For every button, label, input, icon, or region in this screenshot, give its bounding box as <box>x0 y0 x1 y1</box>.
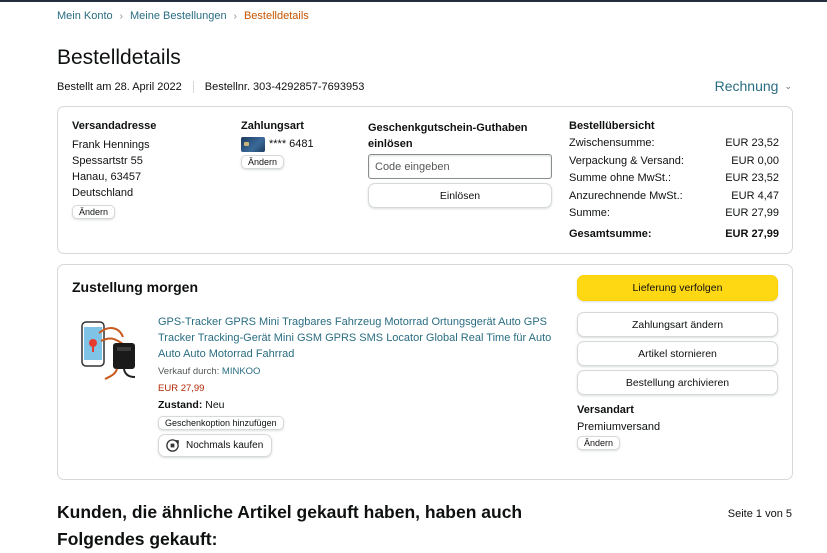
condition: Zustand: Neu <box>158 397 558 413</box>
buy-again-label: Nochmals kaufen <box>186 440 264 451</box>
order-overview-card: Versandadresse Frank Hennings Spessartst… <box>57 106 793 254</box>
chevron-down-icon: ⌄ <box>784 80 792 91</box>
page-title: Bestelldetails <box>57 46 181 69</box>
product-info: GPS-Tracker GPRS Mini Tragbares Fahrzeug… <box>158 314 558 457</box>
breadcrumb-my-account[interactable]: Mein Konto <box>57 10 113 22</box>
breadcrumb: Mein Konto › Meine Bestellungen › Bestel… <box>57 10 309 22</box>
product-price: EUR 27,99 <box>158 383 205 394</box>
top-border <box>0 0 827 2</box>
order-number: Bestellnr. 303-4292857-7693953 <box>204 81 365 93</box>
summary-row: Summe: EUR 27,99 <box>569 205 779 223</box>
shipping-address-section: Versandadresse Frank Hennings Spessartst… <box>72 120 222 219</box>
shipping-city: Hanau, 63457 <box>72 171 142 183</box>
summary-label: Summe ohne MwSt.: <box>569 172 672 184</box>
card-digits: **** 6481 <box>269 138 314 150</box>
summary-value: EUR 23,52 <box>725 172 779 184</box>
breadcrumb-separator: › <box>119 10 123 22</box>
shipping-country: Deutschland <box>72 187 134 199</box>
product-title-link[interactable]: GPS-Tracker GPRS Mini Tragbares Fahrzeug… <box>158 314 558 362</box>
shipment-card: Zustellung morgen GPS-Tracker GPRS Mini … <box>57 264 793 480</box>
summary-label: Zwischensumme: <box>569 137 655 149</box>
summary-row: Zwischensumme: EUR 23,52 <box>569 135 779 153</box>
summary-label: Summe: <box>569 207 610 219</box>
summary-value: EUR 0,00 <box>731 154 779 167</box>
summary-row: Summe ohne MwSt.: EUR 23,52 <box>569 170 779 188</box>
condition-label: Zustand: <box>158 399 203 411</box>
reorder-icon <box>166 439 179 452</box>
redeem-button[interactable]: Einlösen <box>368 183 552 208</box>
pagination-indicator: Seite 1 von 5 <box>727 508 792 520</box>
breadcrumb-my-orders[interactable]: Meine Bestellungen <box>130 10 227 22</box>
related-products-heading: Kunden, die ähnliche Artikel gekauft hab… <box>57 502 523 549</box>
breadcrumb-current: Bestelldetails <box>243 10 309 22</box>
delivery-heading: Zustellung morgen <box>72 279 198 295</box>
product-image[interactable] <box>79 319 145 383</box>
credit-card-icon <box>241 136 265 152</box>
buy-again-button[interactable]: Nochmals kaufen <box>158 434 273 457</box>
summary-row: Verpackung & Versand: EUR 0,00 <box>569 153 779 171</box>
breadcrumb-separator: › <box>233 10 237 22</box>
shipping-heading: Versandadresse <box>72 120 157 132</box>
change-shipping-method-button[interactable]: Ändern <box>577 436 621 450</box>
sold-by-label: Verkauf durch: <box>158 366 220 377</box>
track-delivery-button[interactable]: Lieferung verfolgen <box>577 275 778 301</box>
payment-heading: Zahlungsart <box>241 120 304 132</box>
gift-card-section: Geschenkgutschein-Guthaben einlösen Einl… <box>368 120 554 208</box>
summary-value: EUR 23,52 <box>725 137 779 149</box>
gps-tracker-image <box>81 321 136 380</box>
summary-value: EUR 4,47 <box>731 189 779 202</box>
add-gift-option-button[interactable]: Geschenkoption hinzufügen <box>158 416 284 430</box>
summary-label: Verpackung & Versand: <box>569 154 684 167</box>
shipping-name: Frank Hennings <box>72 139 150 151</box>
shipping-method-heading: Versandart <box>577 404 634 416</box>
change-address-button[interactable]: Ändern <box>72 205 116 219</box>
shipping-method: Premiumversand <box>577 421 661 433</box>
order-meta: Bestellt am 28. April 2022 Bestellnr. 30… <box>57 81 364 93</box>
gift-code-input[interactable] <box>368 154 552 179</box>
seller-link[interactable]: MINKOO <box>222 366 261 377</box>
change-payment-method-button[interactable]: Zahlungsart ändern <box>577 312 778 337</box>
order-summary-section: Bestellübersicht Zwischensumme: EUR 23,5… <box>569 120 779 243</box>
archive-order-button[interactable]: Bestellung archivieren <box>577 370 778 395</box>
order-date: Bestellt am 28. April 2022 <box>57 81 182 93</box>
summary-value: EUR 27,99 <box>725 207 779 219</box>
cancel-items-button[interactable]: Artikel stornieren <box>577 341 778 366</box>
summary-row: Anzurechnende MwSt.: EUR 4,47 <box>569 188 779 206</box>
shipping-street: Spessartstr 55 <box>72 155 143 167</box>
condition-value: Neu <box>205 399 225 411</box>
summary-label: Anzurechnende MwSt.: <box>569 189 683 202</box>
invoice-label: Rechnung <box>714 78 779 94</box>
payment-section: Zahlungsart **** 6481 Ändern <box>241 120 351 169</box>
gift-heading: Geschenkgutschein-Guthaben einlösen <box>368 122 528 150</box>
sold-by: Verkauf durch: MINKOO <box>158 364 558 379</box>
meta-divider <box>192 81 194 93</box>
invoice-dropdown[interactable]: Rechnung ⌄ <box>715 78 792 94</box>
total-label: Gesamtsumme: <box>569 227 652 240</box>
shipment-actions: Lieferung verfolgen Zahlungsart ändern A… <box>577 275 778 450</box>
summary-total-row: Gesamtsumme: EUR 27,99 <box>569 226 779 244</box>
total-value: EUR 27,99 <box>725 227 779 240</box>
summary-heading: Bestellübersicht <box>569 120 655 132</box>
change-payment-button[interactable]: Ändern <box>241 155 285 169</box>
